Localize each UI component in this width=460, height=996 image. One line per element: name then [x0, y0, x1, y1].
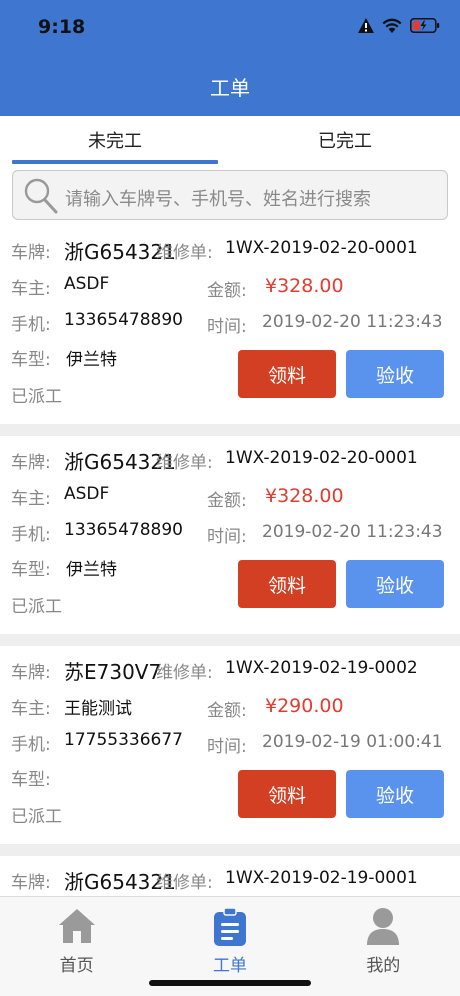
- status-time: 9:18: [38, 16, 86, 38]
- repair-no-value: 1WX-2019-02-19-0001: [225, 868, 418, 888]
- repair-no-label: 维修单:: [156, 663, 213, 683]
- home-indicator: [149, 980, 311, 986]
- screen: 9:18 工单 未完工 已完工 请输入车牌号、手机号、姓名进行搜索 车牌: 浙G…: [0, 0, 460, 996]
- amount-label: 金额:: [207, 491, 247, 511]
- search-input[interactable]: 请输入车牌号、手机号、姓名进行搜索: [12, 170, 448, 220]
- time-label: 时间:: [207, 527, 247, 547]
- tab-mine-label: 我的: [366, 956, 401, 976]
- plate-label: 车牌:: [11, 873, 51, 893]
- clipboard-icon: [213, 907, 246, 946]
- tab-unfinished[interactable]: 未完工: [0, 116, 230, 164]
- phone-label: 手机:: [11, 315, 51, 335]
- time-value: 2019-02-19 01:00:41: [262, 732, 443, 752]
- search-icon: [24, 178, 58, 214]
- phone-label: 手机:: [11, 735, 51, 755]
- model-label: 车型:: [11, 350, 51, 370]
- search-placeholder: 请输入车牌号、手机号、姓名进行搜索: [65, 189, 371, 210]
- amount-value: ¥328.00: [265, 275, 344, 297]
- repair-no-value: 1WX-2019-02-20-0001: [225, 238, 418, 258]
- time-value: 2019-02-20 11:23:43: [262, 522, 443, 542]
- plate-label: 车牌:: [11, 243, 51, 263]
- status-label: 已派工: [11, 807, 62, 827]
- user-icon: [367, 908, 400, 945]
- pick-material-button[interactable]: 领料: [238, 350, 336, 398]
- phone-value: 17755336677: [64, 730, 183, 750]
- home-icon: [58, 909, 95, 943]
- warning-icon: [358, 18, 374, 33]
- owner-label: 车主:: [11, 279, 51, 299]
- accept-button[interactable]: 验收: [346, 770, 444, 818]
- accept-button[interactable]: 验收: [346, 350, 444, 398]
- amount-label: 金额:: [207, 281, 247, 301]
- model-value: 伊兰特: [66, 350, 117, 370]
- owner-value: ASDF: [64, 484, 110, 504]
- order-card[interactable]: 车牌: 浙G654321 维修单: 1WX-2019-02-19-0001: [0, 856, 460, 896]
- model-label: 车型:: [11, 770, 51, 790]
- repair-no-label: 维修单:: [156, 243, 213, 263]
- amount-label: 金额:: [207, 701, 247, 721]
- phone-label: 手机:: [11, 525, 51, 545]
- phone-value: 13365478890: [64, 310, 183, 330]
- owner-value: ASDF: [64, 274, 110, 294]
- battery-icon: [410, 18, 440, 33]
- header: 9:18 工单: [0, 0, 460, 116]
- repair-no-value: 1WX-2019-02-19-0002: [225, 658, 418, 678]
- model-value: 伊兰特: [66, 560, 117, 580]
- owner-label: 车主:: [11, 489, 51, 509]
- status-label: 已派工: [11, 597, 62, 617]
- owner-value: 王能测试: [64, 699, 132, 719]
- status-icons: [358, 18, 440, 33]
- repair-no-value: 1WX-2019-02-20-0001: [225, 448, 418, 468]
- time-label: 时间:: [207, 317, 247, 337]
- tab-orders-label: 工单: [212, 956, 247, 976]
- owner-label: 车主:: [11, 699, 51, 719]
- tab-home-label: 首页: [59, 956, 94, 976]
- model-label: 车型:: [11, 560, 51, 580]
- phone-value: 13365478890: [64, 520, 183, 540]
- amount-value: ¥290.00: [265, 695, 344, 717]
- page-title: 工单: [210, 76, 250, 100]
- order-card[interactable]: 车牌: 苏E730V7 维修单: 1WX-2019-02-19-0002 车主:…: [0, 646, 460, 844]
- plate-label: 车牌:: [11, 663, 51, 683]
- order-card[interactable]: 车牌: 浙G654321 维修单: 1WX-2019-02-20-0001 车主…: [0, 226, 460, 424]
- accept-button[interactable]: 验收: [346, 560, 444, 608]
- amount-value: ¥328.00: [265, 485, 344, 507]
- order-card[interactable]: 车牌: 浙G654321 维修单: 1WX-2019-02-20-0001 车主…: [0, 436, 460, 634]
- search-area: 请输入车牌号、手机号、姓名进行搜索: [0, 164, 460, 228]
- tab-finished[interactable]: 已完工: [230, 116, 460, 164]
- status-label: 已派工: [11, 387, 62, 407]
- tab-home[interactable]: 首页: [0, 897, 153, 996]
- time-value: 2019-02-20 11:23:43: [262, 312, 443, 332]
- repair-no-label: 维修单:: [156, 453, 213, 473]
- tab-bar-top: 未完工 已完工: [0, 116, 460, 164]
- pick-material-button[interactable]: 领料: [238, 770, 336, 818]
- repair-no-label: 维修单:: [156, 873, 213, 893]
- pick-material-button[interactable]: 领料: [238, 560, 336, 608]
- plate-value: 苏E730V7: [64, 660, 162, 684]
- tab-mine[interactable]: 我的: [307, 897, 460, 996]
- plate-label: 车牌:: [11, 453, 51, 473]
- wifi-icon: [382, 18, 402, 33]
- time-label: 时间:: [207, 737, 247, 757]
